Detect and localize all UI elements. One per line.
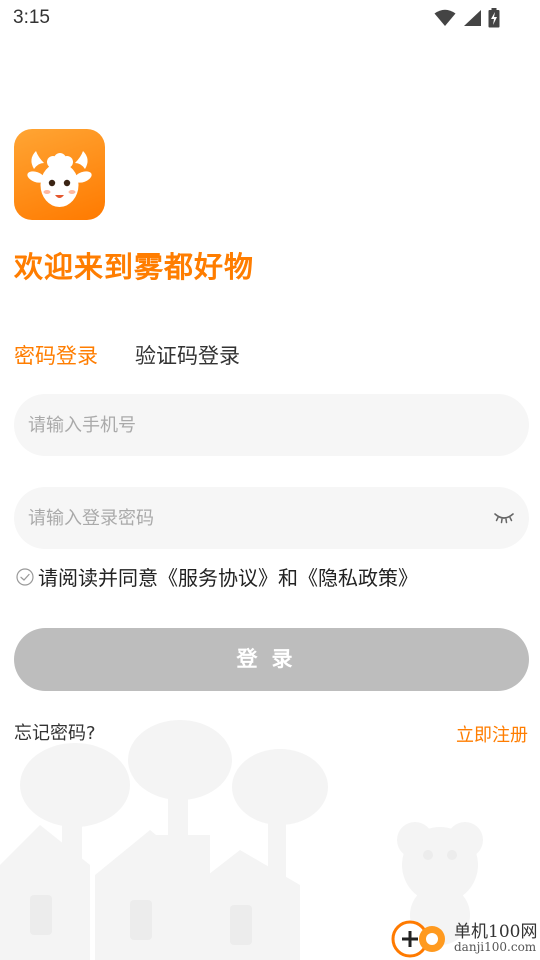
phone-input[interactable] bbox=[28, 394, 488, 456]
welcome-title: 欢迎来到雾都好物 bbox=[14, 250, 255, 284]
cell-signal-icon bbox=[464, 10, 481, 26]
agreement-and: 和 bbox=[278, 566, 298, 590]
status-icons bbox=[434, 8, 500, 28]
agreement-row: 请阅读并同意 《服务协议》 和 《隐私政策》 bbox=[16, 562, 418, 591]
password-field bbox=[14, 487, 529, 549]
watermark-brand: 单机100网 bbox=[454, 922, 538, 942]
agreement-prefix: 请阅读并同意 bbox=[38, 566, 158, 590]
status-time: 3:15 bbox=[13, 7, 50, 28]
eye-closed-icon[interactable] bbox=[493, 508, 515, 528]
watermark-logo-icon bbox=[391, 920, 445, 958]
watermark-url: danji100.com bbox=[454, 940, 537, 954]
service-agreement-link[interactable]: 《服务协议》 bbox=[158, 562, 278, 591]
login-tabs: 密码登录 验证码登录 bbox=[14, 340, 240, 370]
tab-code-login[interactable]: 验证码登录 bbox=[135, 340, 240, 370]
watermark: 单机100网 danji100.com bbox=[390, 915, 540, 960]
password-input[interactable] bbox=[28, 487, 488, 549]
battery-charging-icon bbox=[488, 8, 500, 28]
wifi-icon bbox=[434, 9, 456, 26]
login-button[interactable]: 登录 bbox=[14, 628, 529, 691]
privacy-policy-link[interactable]: 《隐私政策》 bbox=[298, 562, 418, 591]
check-circle-icon[interactable] bbox=[16, 567, 34, 586]
tab-password-login[interactable]: 密码登录 bbox=[14, 340, 98, 370]
status-bar: 3:15 bbox=[0, 0, 540, 36]
sheep-face-logo bbox=[27, 151, 92, 207]
app-logo bbox=[14, 129, 105, 220]
phone-field bbox=[14, 394, 529, 456]
